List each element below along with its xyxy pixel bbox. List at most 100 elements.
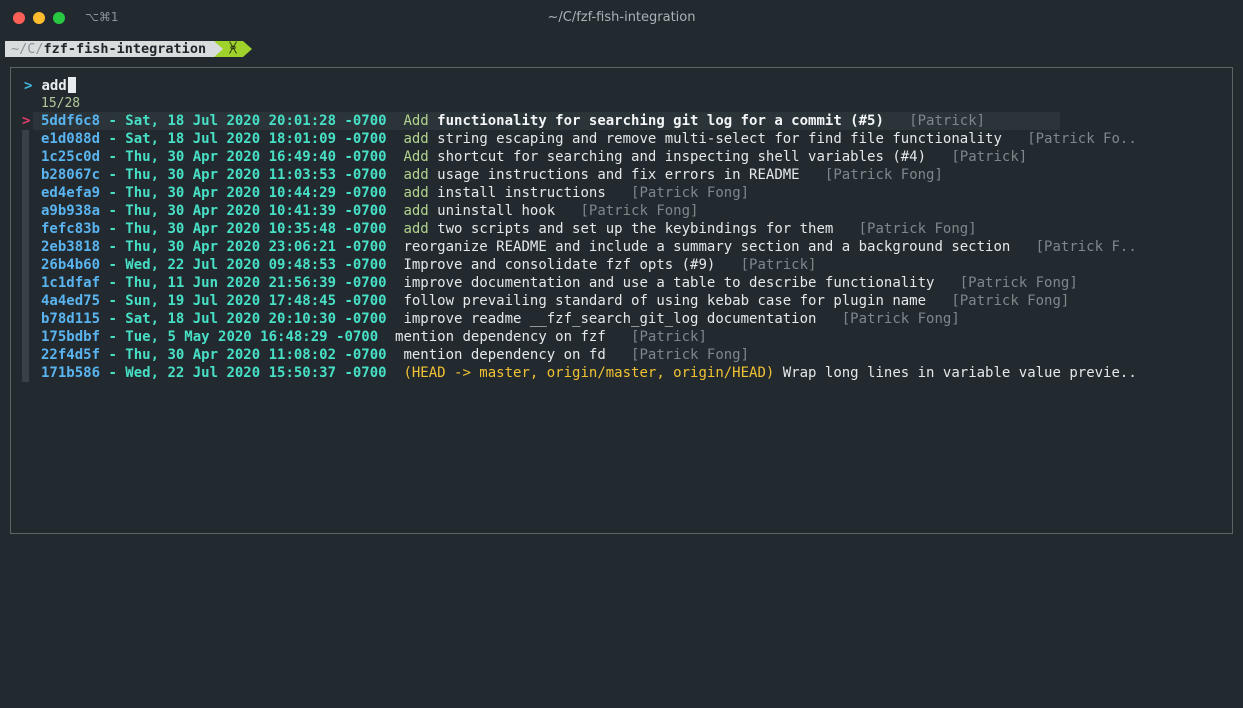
commit-date: - Thu, 30 Apr 2020 11:03:53 -0700 xyxy=(100,167,404,183)
commit-message: Improve and consolidate fzf opts (#9) xyxy=(403,257,741,273)
commit-date: - Wed, 22 Jul 2020 09:48:53 -0700 xyxy=(100,257,404,273)
result-row[interactable]: a9b938a - Thu, 30 Apr 2020 10:41:39 -070… xyxy=(22,202,1222,220)
prompt-path: ~/C/fzf-fish-integration xyxy=(5,41,215,57)
commit-date: - Sat, 18 Jul 2020 20:01:28 -0700 xyxy=(100,113,404,129)
commit-date: - Thu, 30 Apr 2020 10:35:48 -0700 xyxy=(100,221,404,237)
commit-hash: 22f4d5f xyxy=(41,347,101,363)
git-branch-icon: ᚸ xyxy=(223,41,243,57)
commit-hash: 4a4ed75 xyxy=(41,293,101,309)
row-gutter xyxy=(22,256,29,274)
commit-date: - Sat, 18 Jul 2020 18:01:09 -0700 xyxy=(100,131,404,147)
commit-author: [Patrick Fong] xyxy=(631,347,750,363)
commit-hash: 26b4b60 xyxy=(41,257,101,273)
commit-author: [Patrick Fo.. xyxy=(1027,131,1137,147)
row-gutter xyxy=(22,274,29,292)
commit-hash: 2eb3818 xyxy=(41,239,101,255)
row-gutter xyxy=(22,166,29,184)
row-gutter xyxy=(22,310,29,328)
commit-date: - Tue, 5 May 2020 16:48:29 -0700 xyxy=(100,329,396,345)
result-row[interactable]: 175bdbf - Tue, 5 May 2020 16:48:29 -0700… xyxy=(22,328,1222,346)
row-gutter xyxy=(22,148,29,166)
commit-date: - Wed, 22 Jul 2020 15:50:37 -0700 xyxy=(100,365,404,381)
selection-marker-icon: > xyxy=(22,113,31,129)
commit-author: [Patrick] xyxy=(631,329,707,345)
commit-hash: a9b938a xyxy=(41,203,101,219)
result-row[interactable]: 1c25c0d - Thu, 30 Apr 2020 16:49:40 -070… xyxy=(22,148,1222,166)
commit-author: [Patrick] xyxy=(909,113,986,129)
query-match: add xyxy=(403,221,429,237)
result-row[interactable]: 26b4b60 - Wed, 22 Jul 2020 09:48:53 -070… xyxy=(22,256,1222,274)
commit-message: uninstall hook xyxy=(428,203,581,219)
commit-message: reorganize README and include a summary … xyxy=(403,239,1036,255)
commit-hash: b78d115 xyxy=(41,311,101,327)
commit-author: [Patrick Fong] xyxy=(858,221,977,237)
commit-refs: (HEAD -> master, origin/master, origin/H… xyxy=(403,365,775,381)
match-count: 15/28 xyxy=(41,96,81,111)
commit-hash: 175bdbf xyxy=(41,329,101,345)
commit-hash: ed4efa9 xyxy=(41,185,101,201)
commit-author: [Patrick Fong] xyxy=(951,293,1070,309)
result-row[interactable]: 22f4d5f - Thu, 30 Apr 2020 11:08:02 -070… xyxy=(22,346,1222,364)
query-match: add xyxy=(403,167,429,183)
commit-author: [Patrick Fong] xyxy=(824,167,943,183)
commit-date: - Thu, 30 Apr 2020 10:41:39 -0700 xyxy=(100,203,404,219)
commit-author: [Patrick Fong] xyxy=(841,311,960,327)
row-gutter xyxy=(22,346,29,364)
commit-hash: fefc83b xyxy=(41,221,101,237)
commit-date: - Thu, 30 Apr 2020 11:08:02 -0700 xyxy=(100,347,404,363)
commit-message: follow prevailing standard of using keba… xyxy=(403,293,952,309)
commit-date: - Thu, 30 Apr 2020 23:06:21 -0700 xyxy=(100,239,404,255)
commit-message: usage instructions and fix errors in REA… xyxy=(428,167,825,183)
commit-message: functionality for searching git log for … xyxy=(428,113,910,129)
query-match: Add xyxy=(403,149,429,165)
title-bar: ⌥⌘1 ~/C/fzf-fish-integration xyxy=(0,0,1243,36)
commit-author: [Patrick Fong] xyxy=(959,275,1078,291)
query-match: add xyxy=(403,203,429,219)
row-gutter xyxy=(22,292,29,310)
commit-message: Wrap long lines in variable value previe… xyxy=(774,365,1137,381)
query-match: Add xyxy=(403,113,429,129)
result-row[interactable]: b28067c - Thu, 30 Apr 2020 11:03:53 -070… xyxy=(22,166,1222,184)
row-gutter xyxy=(22,220,29,238)
commit-date: - Sun, 19 Jul 2020 17:48:45 -0700 xyxy=(100,293,404,309)
row-gutter xyxy=(22,364,29,382)
row-gutter xyxy=(22,202,29,220)
commit-message: install instructions xyxy=(428,185,632,201)
row-gutter xyxy=(22,184,29,202)
result-row[interactable]: 171b586 - Wed, 22 Jul 2020 15:50:37 -070… xyxy=(22,364,1222,382)
powerline-separator-end xyxy=(242,41,252,57)
fzf-query-input[interactable]: add xyxy=(41,78,66,94)
result-row[interactable]: 2eb3818 - Thu, 30 Apr 2020 23:06:21 -070… xyxy=(22,238,1222,256)
prompt-path-prefix: ~/C/ xyxy=(11,41,44,57)
fzf-panel: > add 15/28 >5ddf6c8 - Sat, 18 Jul 2020 2… xyxy=(10,67,1233,534)
commit-hash: 5ddf6c8 xyxy=(41,113,101,129)
commit-hash: 171b586 xyxy=(41,365,101,381)
commit-date: - Thu, 11 Jun 2020 21:56:39 -0700 xyxy=(100,275,404,291)
commit-message: two scripts and set up the keybindings f… xyxy=(428,221,859,237)
commit-hash: e1d088d xyxy=(41,131,101,147)
commit-message: mention dependency on fd xyxy=(403,347,632,363)
commit-author: [Patrick Fong] xyxy=(580,203,699,219)
result-row[interactable]: 1c1dfaf - Thu, 11 Jun 2020 21:56:39 -070… xyxy=(22,274,1222,292)
row-gutter xyxy=(22,238,29,256)
fzf-query-line[interactable]: > add xyxy=(24,77,76,95)
commit-hash: 1c1dfaf xyxy=(41,275,101,291)
results-list: >5ddf6c8 - Sat, 18 Jul 2020 20:01:28 -07… xyxy=(22,112,1222,382)
commit-date: - Thu, 30 Apr 2020 16:49:40 -0700 xyxy=(100,149,404,165)
commit-date: - Thu, 30 Apr 2020 10:44:29 -0700 xyxy=(100,185,404,201)
window-title: ~/C/fzf-fish-integration xyxy=(547,10,696,25)
result-row[interactable]: e1d088d - Sat, 18 Jul 2020 18:01:09 -070… xyxy=(22,130,1222,148)
result-row[interactable]: >5ddf6c8 - Sat, 18 Jul 2020 20:01:28 -07… xyxy=(22,112,1222,130)
result-row[interactable]: fefc83b - Thu, 30 Apr 2020 10:35:48 -070… xyxy=(22,220,1222,238)
prompt-path-dir: fzf-fish-integration xyxy=(43,41,207,57)
result-row[interactable]: ed4efa9 - Thu, 30 Apr 2020 10:44:29 -070… xyxy=(22,184,1222,202)
commit-message: shortcut for searching and inspecting sh… xyxy=(428,149,952,165)
commit-hash: b28067c xyxy=(41,167,101,183)
commit-author: [Patrick Fong] xyxy=(631,185,750,201)
commit-message: mention dependency on fzf xyxy=(395,329,632,345)
shell-prompt: ~/C/fzf-fish-integration ᚸ xyxy=(5,41,252,57)
result-row[interactable]: b78d115 - Sat, 18 Jul 2020 20:10:30 -070… xyxy=(22,310,1222,328)
commit-author: [Patrick F.. xyxy=(1035,239,1137,255)
prompt-pointer-icon: > xyxy=(24,78,33,94)
result-row[interactable]: 4a4ed75 - Sun, 19 Jul 2020 17:48:45 -070… xyxy=(22,292,1222,310)
